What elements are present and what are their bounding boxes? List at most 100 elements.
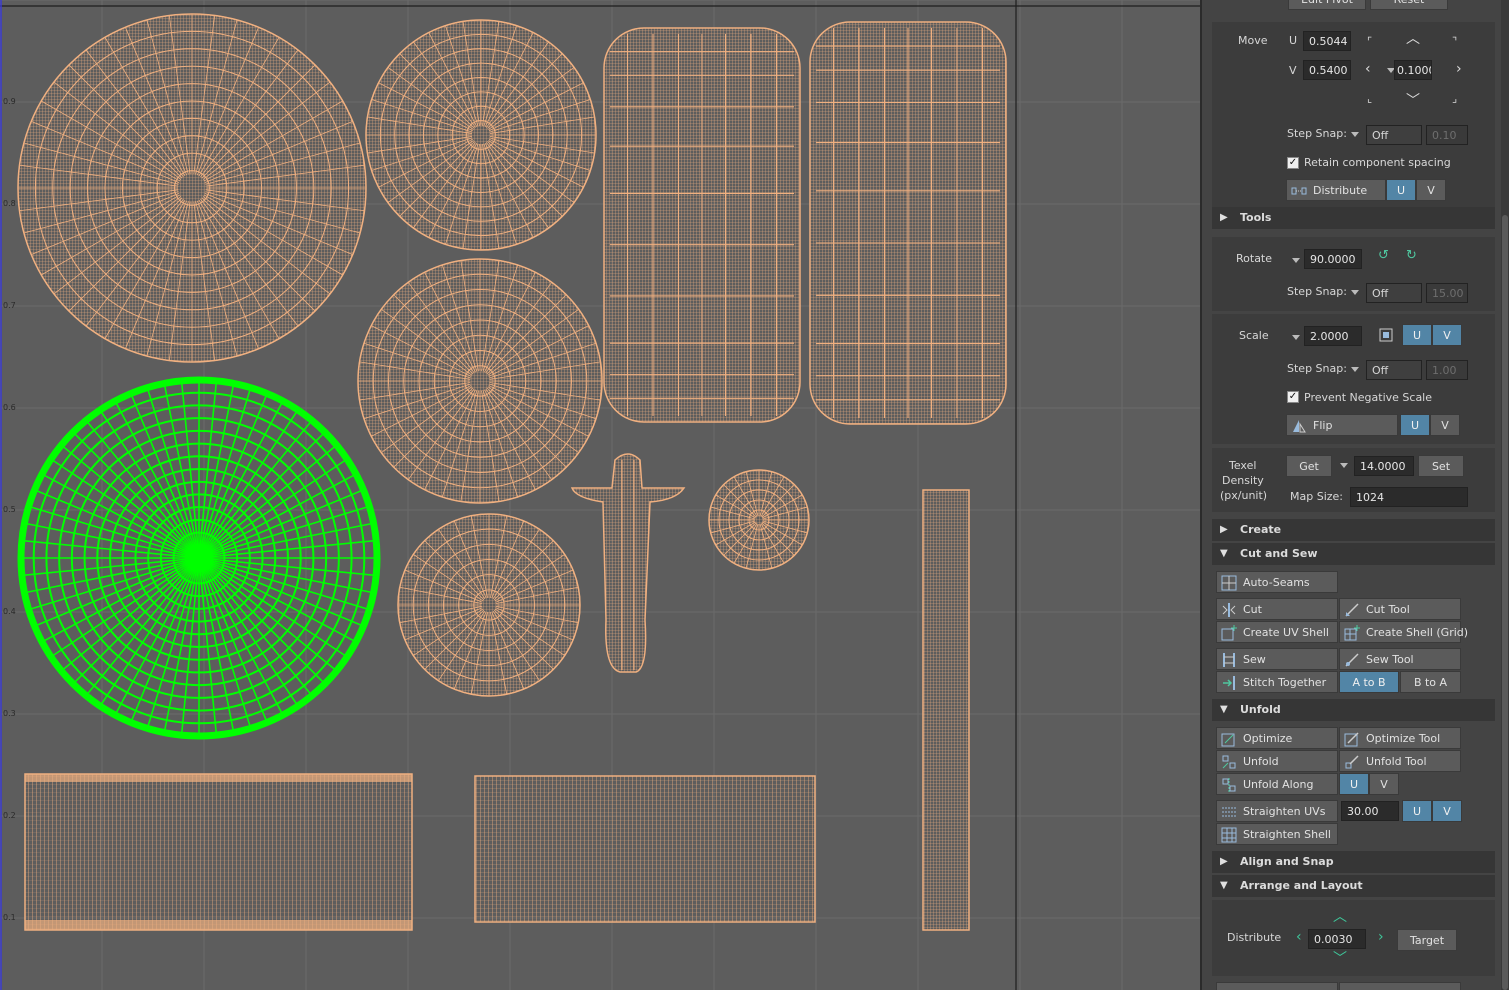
move-up-icon[interactable]: ︿ [1406, 32, 1420, 46]
texel-value-field[interactable]: 14.0000 [1354, 456, 1414, 476]
uv-shell-disc-middle[interactable] [357, 258, 603, 504]
layout-option-button-partial[interactable] [1339, 982, 1461, 990]
flip-u-button[interactable]: U [1400, 414, 1430, 436]
unfold-header[interactable]: ▼ Unfold [1212, 699, 1495, 721]
sew-tool-button[interactable]: Sew Tool [1339, 648, 1461, 670]
create-uv-shell-button[interactable]: Create UV Shell [1216, 621, 1338, 643]
rotate-dropdown-icon[interactable] [1292, 258, 1300, 263]
align-snap-header[interactable]: ▶ Align and Snap [1212, 851, 1495, 873]
unfold-button[interactable]: Unfold [1216, 750, 1338, 772]
distribute-up-icon[interactable]: ︿ [1333, 910, 1347, 924]
distribute-button[interactable]: Distribute [1286, 179, 1386, 201]
distribute-value-field[interactable]: 0.0030 [1308, 929, 1366, 949]
uv-shell-disc-top[interactable] [365, 19, 597, 251]
uv-viewport[interactable]: 0.9 0.8 0.7 0.6 0.5 0.4 0.3 0.2 0.1 [0, 0, 1200, 990]
b-to-a-button[interactable]: B to A [1400, 671, 1461, 693]
edit-pivot-button[interactable]: Edit Pivot [1288, 0, 1366, 10]
uv-shell-strip-middle[interactable] [474, 775, 816, 923]
cut-button[interactable]: Cut [1216, 598, 1338, 620]
map-size-field[interactable]: 1024 [1350, 487, 1468, 507]
scale-uniform-icon[interactable] [1378, 327, 1394, 343]
scale-step-snap-dropdown-icon[interactable] [1351, 367, 1359, 372]
prevent-negative-checkbox[interactable]: ✓ [1287, 391, 1299, 403]
straighten-v-button[interactable]: V [1432, 800, 1462, 822]
move-step-snap-dropdown-icon[interactable] [1351, 132, 1359, 137]
scale-step-snap-value[interactable]: 1.00 [1426, 360, 1468, 380]
texel-dropdown-icon[interactable] [1340, 463, 1348, 468]
rotate-step-snap-select[interactable]: Off [1366, 283, 1422, 303]
cut-tool-button[interactable]: Cut Tool [1339, 598, 1461, 620]
tools-header[interactable]: ▶ Tools [1212, 207, 1495, 229]
uv-shell-disc-selected[interactable] [17, 376, 381, 740]
move-up-left-icon[interactable]: ⌜ [1367, 35, 1372, 49]
texel-get-button[interactable]: Get [1286, 455, 1332, 477]
optimize-button[interactable]: Optimize [1216, 727, 1338, 749]
unfold-along-u-button[interactable]: U [1339, 773, 1369, 795]
uv-shell-vertical-strip[interactable] [922, 489, 970, 931]
panel-scrollbar[interactable] [1501, 0, 1509, 990]
straighten-shell-button[interactable]: Straighten Shell [1216, 823, 1338, 845]
target-button[interactable]: Target [1397, 929, 1457, 951]
straighten-u-button[interactable]: U [1402, 800, 1432, 822]
optimize-tool-button[interactable]: Optimize Tool [1339, 727, 1461, 749]
move-left-icon[interactable]: ‹ [1365, 62, 1371, 76]
uv-shell-capsule-right[interactable] [809, 21, 1007, 425]
rotate-value-field[interactable]: 90.0000 [1304, 249, 1362, 269]
distribute-v-button[interactable]: V [1416, 179, 1446, 201]
unfold-tool-button[interactable]: Unfold Tool [1339, 750, 1461, 772]
uv-shell-disc-large[interactable] [17, 13, 367, 363]
move-down-icon[interactable]: ﹀ [1406, 94, 1420, 108]
distribute-u-button[interactable]: U [1386, 179, 1416, 201]
distribute-right-icon[interactable]: › [1378, 930, 1384, 944]
map-size-label: Map Size: [1290, 490, 1343, 503]
move-down-right-icon[interactable]: ⌟ [1452, 92, 1457, 106]
straighten-uvs-button[interactable]: Straighten UVs [1216, 800, 1338, 822]
move-up-right-icon[interactable]: ⌝ [1452, 35, 1457, 49]
layout-button-partial[interactable] [1216, 982, 1338, 990]
rotate-ccw-icon[interactable]: ↺ [1378, 249, 1389, 263]
unfold-along-v-button[interactable]: V [1369, 773, 1399, 795]
move-v-field[interactable]: 0.5400 [1303, 60, 1351, 80]
rotate-cw-icon[interactable]: ↻ [1406, 249, 1417, 263]
auto-seams-button[interactable]: Auto-Seams [1216, 571, 1338, 593]
uv-axis-tick-label: 0.2 [3, 811, 16, 820]
flip-v-button[interactable]: V [1430, 414, 1460, 436]
move-step-snap-value[interactable]: 0.10 [1426, 125, 1468, 145]
sew-button[interactable]: Sew [1216, 648, 1338, 670]
straighten-angle-field[interactable]: 30.00 [1341, 801, 1399, 821]
reset-button[interactable]: Reset [1370, 0, 1448, 10]
scale-v-button[interactable]: V [1432, 324, 1462, 346]
a-to-b-button[interactable]: A to B [1339, 671, 1399, 693]
uv-axis-tick-label: 0.8 [3, 199, 16, 208]
scale-value-field[interactable]: 2.0000 [1304, 326, 1362, 346]
retain-spacing-checkbox[interactable]: ✓ [1287, 157, 1299, 169]
stitch-together-button[interactable]: Stitch Together [1216, 671, 1338, 693]
move-down-left-icon[interactable]: ⌞ [1367, 92, 1372, 106]
unfold-along-button[interactable]: Unfold Along [1216, 773, 1338, 795]
rotate-step-snap-value[interactable]: 15.00 [1426, 283, 1468, 303]
uv-shell-strip-left[interactable] [24, 773, 413, 931]
move-step-snap-select[interactable]: Off [1366, 125, 1422, 145]
scale-u-button[interactable]: U [1402, 324, 1432, 346]
texel-set-button[interactable]: Set [1418, 455, 1464, 477]
distribute-down-icon[interactable]: ﹀ [1333, 952, 1347, 966]
scale-dropdown-icon[interactable] [1292, 335, 1300, 340]
move-u-field[interactable]: 0.5044 [1303, 31, 1351, 51]
rotate-step-snap-dropdown-icon[interactable] [1351, 290, 1359, 295]
create-shell-grid-button[interactable]: Create Shell (Grid) [1339, 621, 1468, 643]
cut-sew-header[interactable]: ▼ Cut and Sew [1212, 543, 1495, 565]
create-header[interactable]: ▶ Create [1212, 519, 1495, 541]
move-step-field[interactable]: 0.1000 [1394, 60, 1432, 80]
uv-shell-capsule-left[interactable] [603, 27, 801, 423]
uv-shell-figure[interactable] [570, 453, 686, 673]
distribute-left-icon[interactable]: ‹ [1296, 930, 1302, 944]
panel-scrollbar-thumb[interactable] [1502, 215, 1508, 990]
uv-canvas[interactable] [0, 0, 1200, 990]
move-section: Move U 0.5044 V 0.5400 ⌜ ︿ ⌝ ‹ 0.1000 › … [1212, 22, 1495, 208]
arrange-layout-header[interactable]: ▼ Arrange and Layout [1212, 875, 1495, 897]
flip-button[interactable]: Flip [1286, 414, 1398, 436]
uv-shell-disc-small[interactable] [708, 469, 810, 571]
scale-step-snap-select[interactable]: Off [1366, 360, 1422, 380]
uv-shell-disc-bottom[interactable] [397, 513, 581, 697]
move-right-icon[interactable]: › [1456, 62, 1462, 76]
